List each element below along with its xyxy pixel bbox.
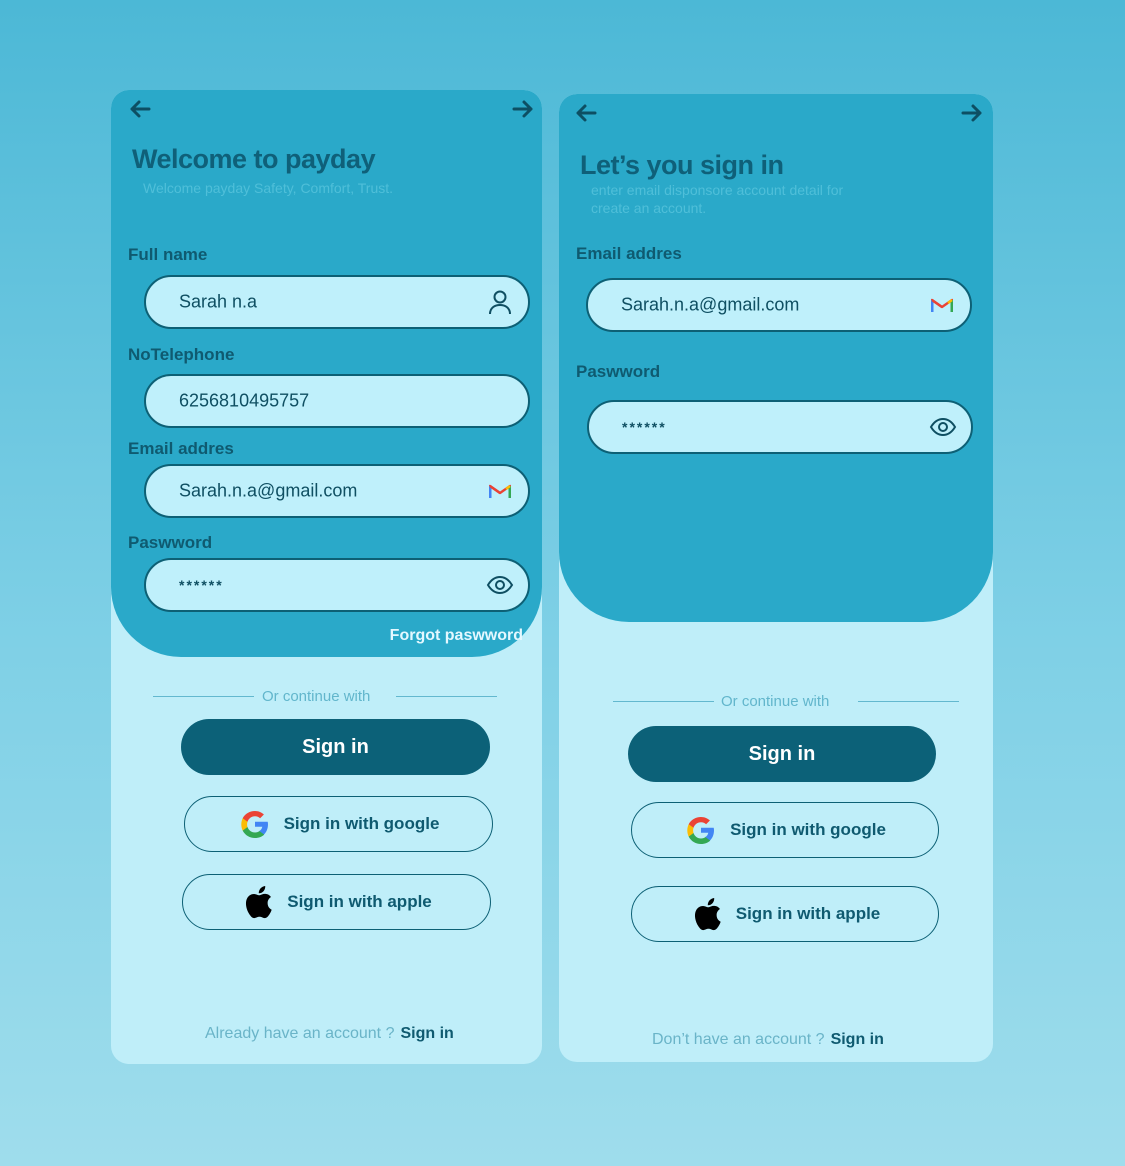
password-value: ****** — [622, 419, 667, 435]
divider-line-right — [396, 696, 497, 697]
apple-button-label: Sign in with apple — [735, 904, 881, 923]
page-title: Let’s you sign in — [580, 150, 784, 180]
divider-line-right — [858, 701, 959, 702]
sign-in-button[interactable]: Sign in — [628, 726, 936, 782]
footer-sign-in-link[interactable]: Sign in — [831, 1031, 884, 1048]
sign-in-button[interactable]: Sign in — [181, 719, 490, 775]
page-title: Welcome to payday — [132, 144, 376, 174]
footer-prompt: Already have an account ? Sign in — [205, 1025, 454, 1043]
email-label: Email addres — [576, 244, 682, 263]
fullname-value: Sarah n.a — [179, 291, 258, 312]
forgot-password-link[interactable]: Forgot paswword — [390, 627, 523, 645]
signup-card: Welcome to payday Welcome payday Safety,… — [111, 90, 542, 1064]
fullname-label: Full name — [128, 245, 208, 264]
phone-label: NoTelephone — [128, 345, 235, 364]
page-subtitle: Welcome payday Safety, Comfort, Trust. — [143, 180, 394, 196]
divider-text: Or continue with — [262, 688, 371, 705]
footer-sign-in-link[interactable]: Sign in — [400, 1025, 453, 1042]
back-arrow-icon[interactable] — [573, 100, 599, 126]
phone-field[interactable]: 6256810495757 — [144, 374, 530, 428]
email-label: Email addres — [128, 439, 234, 458]
apple-icon — [241, 885, 275, 919]
gmail-icon — [928, 291, 956, 319]
google-icon — [684, 813, 718, 847]
password-value: ****** — [179, 577, 224, 593]
password-field[interactable]: ****** — [144, 558, 530, 612]
google-button-label: Sign in with google — [730, 820, 886, 839]
google-sign-in-button[interactable]: Sign in with google — [631, 802, 939, 858]
divider-line-left — [613, 701, 714, 702]
eye-icon[interactable] — [486, 571, 514, 599]
phone-value: 6256810495757 — [179, 390, 310, 411]
gmail-icon — [486, 477, 514, 505]
email-field[interactable]: Sarah.n.a@gmail.com — [144, 464, 530, 518]
back-arrow-icon[interactable] — [127, 96, 153, 122]
forward-arrow-icon[interactable] — [959, 100, 985, 126]
google-icon — [238, 807, 272, 841]
page-subtitle-line2: create an account. — [591, 200, 707, 216]
user-icon — [486, 288, 514, 316]
password-field[interactable]: ****** — [587, 400, 973, 454]
apple-button-label: Sign in with apple — [287, 892, 432, 911]
password-label: Paswword — [128, 533, 213, 552]
divider-line-left — [153, 696, 254, 697]
apple-sign-in-button[interactable]: Sign in with apple — [631, 886, 939, 942]
google-button-label: Sign in with google — [283, 814, 440, 833]
page-subtitle-line1: enter email disponsore account detail fo… — [591, 182, 844, 198]
forward-arrow-icon[interactable] — [510, 96, 536, 122]
password-label: Paswword — [576, 362, 661, 381]
footer-text: Already have an account ? — [205, 1025, 395, 1042]
footer-prompt: Don’t have an account ? Sign in — [652, 1031, 884, 1049]
signin-card: Let’s you sign in enter email disponsore… — [559, 94, 993, 1062]
apple-icon — [690, 897, 724, 931]
email-value: Sarah.n.a@gmail.com — [621, 294, 800, 315]
eye-icon[interactable] — [929, 413, 957, 441]
google-sign-in-button[interactable]: Sign in with google — [184, 796, 493, 852]
email-field[interactable]: Sarah.n.a@gmail.com — [586, 278, 972, 332]
apple-sign-in-button[interactable]: Sign in with apple — [182, 874, 491, 930]
fullname-field[interactable]: Sarah n.a — [144, 275, 530, 329]
footer-text: Don’t have an account ? — [652, 1031, 825, 1048]
divider-text: Or continue with — [721, 693, 830, 710]
email-value: Sarah.n.a@gmail.com — [179, 480, 358, 501]
